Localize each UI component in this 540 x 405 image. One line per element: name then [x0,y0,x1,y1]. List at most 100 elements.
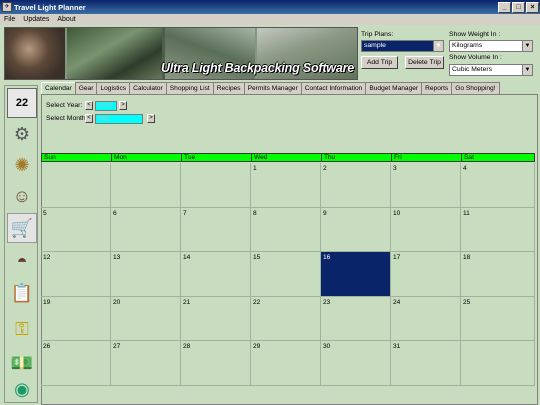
delete-trip-button[interactable]: Delete Trip [405,56,444,69]
calendar-day-cell[interactable]: 10 [391,207,461,252]
food-icon[interactable]: ✺ [7,150,37,180]
trip-plans-label: Trip Plans: [361,31,394,38]
calendar-day-cell[interactable]: 3 [391,163,461,208]
weight-value: Kilograms [452,42,483,49]
tab-logistics[interactable]: Logistics [96,82,131,94]
calendar-day-cell[interactable]: 18 [461,252,535,297]
weight-select[interactable]: Kilograms ▼ [449,40,533,52]
add-trip-button[interactable]: Add Trip [361,56,398,69]
clipboard-icon[interactable]: 📋 [7,278,37,308]
calendar-day-cell[interactable]: 24 [391,296,461,341]
calendar-day-cell[interactable]: 1 [251,163,321,208]
volume-select[interactable]: Cubic Meters ▼ [449,64,533,76]
menu-about[interactable]: About [57,16,75,23]
banner-photo-laptop [67,28,162,79]
banner: Ultra Light Backpacking Software [4,27,358,80]
tab-calendar[interactable]: Calendar [41,82,76,94]
minimize-button[interactable]: _ [498,1,511,13]
banner-photo-hiker [5,28,65,79]
volume-value: Cubic Meters [452,66,493,73]
day-header-thu: Thu [321,153,392,162]
calendar-day-cell[interactable]: 20 [111,296,181,341]
calendar-day-cell[interactable]: 15 [251,252,321,297]
calendar-day-cell[interactable]: 6 [111,207,181,252]
year-prev-button[interactable]: < [85,101,93,110]
tab-shopping-list[interactable]: Shopping List [165,82,214,94]
tab-strip: Calendar Gear Logistics Calculator Shopp… [41,82,538,94]
day-header-sun: Sun [41,153,112,162]
calendar-icon[interactable]: 22 [7,88,37,118]
select-year-label: Select Year: [46,102,83,109]
calendar-day-cell[interactable]: 22 [251,296,321,341]
tab-permits-manager[interactable]: Permits Manager [243,82,302,94]
chevron-down-icon[interactable]: ▼ [433,41,443,51]
calendar-day-cell[interactable]: 14 [181,252,251,297]
calendar-day-cell[interactable]: 16 [321,252,391,297]
tab-budget-manager[interactable]: Budget Manager [365,82,423,94]
calendar-day-cell[interactable]: 27 [111,341,181,386]
calendar-day-cell[interactable]: 8 [251,207,321,252]
close-button[interactable]: × [526,1,539,13]
calendar-day-cell[interactable]: 7 [181,207,251,252]
tab-calculator[interactable]: Calculator [129,82,167,94]
calendar-day-cell[interactable]: 29 [251,341,321,386]
day-header-tue: Tue [181,153,252,162]
trip-plans-value: sample [364,42,386,49]
menu-updates[interactable]: Updates [23,16,49,23]
calendar-day-cell[interactable] [181,163,251,208]
calendar-grid: Sun Mon Tue Wed Thu Fri Sat 1 2 3 4 5 6 7 8 9 10 1… [41,153,535,405]
select-month-label: Select Month: [46,115,88,122]
year-field[interactable]: 2015 [95,101,117,111]
calendar-day-cell[interactable]: 4 [461,163,535,208]
calendar-day-cell[interactable]: 12 [41,252,111,297]
day-header-fri: Fri [391,153,462,162]
calendar-day-cell[interactable]: 13 [111,252,181,297]
banner-title: Ultra Light Backpacking Software [161,61,354,75]
tab-recipes[interactable]: Recipes [212,82,245,94]
calendar-day-cell[interactable]: 30 [321,341,391,386]
calendar-day-cell[interactable]: 9 [321,207,391,252]
calendar-day-cell[interactable]: 17 [391,252,461,297]
calendar-day-cell[interactable]: 19 [41,296,111,341]
shopping-globe-icon[interactable]: ◉ [7,374,37,404]
menu-file[interactable]: File [4,16,15,23]
gear-icon[interactable]: ⚙ [7,119,37,149]
day-header-mon: Mon [111,153,182,162]
calendar-day-cell[interactable] [111,163,181,208]
key-icon[interactable]: ⚿ [7,314,37,344]
volume-label: Show Volume In : [449,54,502,61]
app-icon: ✈ [2,2,12,12]
main-window: Ultra Light Backpacking Software Trip Pl… [0,25,540,405]
calendar-day-cell[interactable]: 5 [41,207,111,252]
weight-label: Show Weight In : [449,31,501,38]
calendar-day-cell[interactable]: 21 [181,296,251,341]
window-title: Travel Light Planner [14,2,86,12]
tab-reports[interactable]: Reports [421,82,453,94]
calendar-day-cell[interactable] [41,163,111,208]
year-next-button[interactable]: > [119,101,127,110]
calendar-day-cell[interactable] [461,341,535,386]
menu-bar: File Updates About [0,14,540,25]
calendar-day-cell[interactable]: 25 [461,296,535,341]
calendar-day-cell[interactable]: 26 [41,341,111,386]
cooking-pot-icon[interactable]: ◓ [7,246,37,276]
calendar-day-cell[interactable]: 31 [391,341,461,386]
calendar-day-cell[interactable]: 11 [461,207,535,252]
shopping-cart-icon[interactable]: 🛒 [7,213,37,243]
calendar-day-cell[interactable]: 23 [321,296,391,341]
trip-plans-select[interactable]: sample ▼ [361,40,444,52]
tab-go-shopping[interactable]: Go Shopping! [451,82,500,94]
calendar-day-cell[interactable]: 2 [321,163,391,208]
maximize-button[interactable]: □ [512,1,525,13]
calendar-day-cell[interactable]: 28 [181,341,251,386]
chevron-down-icon[interactable]: ▼ [522,41,532,51]
sidebar: 22 ⚙ ✺ ☺ 🛒 ◓ 📋 ⚿ 💵 ◉ [4,85,38,403]
tab-gear[interactable]: Gear [74,82,98,94]
day-header-sat: Sat [461,153,535,162]
month-field[interactable]: July [95,114,143,124]
chevron-down-icon[interactable]: ▼ [522,65,532,75]
month-prev-button[interactable]: < [85,114,93,123]
tab-contact-information[interactable]: Contact Information [300,82,367,94]
hiker-icon[interactable]: ☺ [7,181,37,211]
month-next-button[interactable]: > [147,114,155,123]
